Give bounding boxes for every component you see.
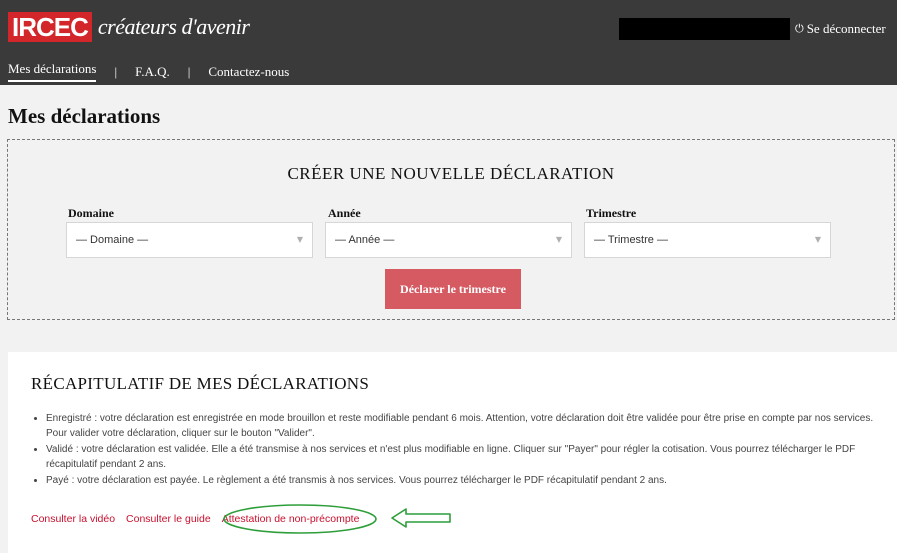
logout-link[interactable]: ⏻ Se déconnecter <box>795 21 886 37</box>
trimestre-select[interactable]: — Trimestre — ▼ <box>584 222 831 258</box>
top-header: IRCEC créateurs d'avenir ⏻ Se déconnecte… <box>0 0 897 85</box>
new-declaration-panel: CRÉER UNE NOUVELLE DÉCLARATION Domaine —… <box>7 139 895 320</box>
main-nav: Mes déclarations | F.A.Q. | Contactez-no… <box>8 61 289 82</box>
consulter-video-link[interactable]: Consulter la vidéo <box>31 513 115 525</box>
attestation-link[interactable]: Attestation de non-précompte <box>222 513 360 525</box>
trimestre-label: Trimestre <box>586 206 637 220</box>
recap-links: Consulter la vidéo Consulter le guide At… <box>31 513 359 525</box>
caret-down-icon: ▼ <box>555 235 562 244</box>
nav-item-faq[interactable]: F.A.Q. <box>135 64 170 80</box>
annee-select[interactable]: — Année — ▼ <box>325 222 572 258</box>
caret-down-icon: ▼ <box>814 235 821 244</box>
trimestre-select-value: — Trimestre — <box>594 234 668 246</box>
logo-mark: IRCEC <box>8 12 92 42</box>
nav-separator: | <box>187 63 191 79</box>
logout-label: Se déconnecter <box>806 21 886 36</box>
consulter-guide-link[interactable]: Consulter le guide <box>126 513 211 525</box>
list-item: Validé : votre déclaration est validée. … <box>46 443 886 472</box>
annee-select-value: — Année — <box>335 234 395 246</box>
nav-separator: | <box>114 63 118 79</box>
domaine-select-value: — Domaine — <box>76 234 149 246</box>
recap-title: RÉCAPITULATIF DE MES DÉCLARATIONS <box>31 374 370 393</box>
list-item: Payé : votre déclaration est payée. Le r… <box>46 474 886 489</box>
page-title: Mes déclarations <box>8 104 161 128</box>
status-legend-list: Enregistré : votre déclaration est enreg… <box>31 412 886 491</box>
nav-item-mes-declarations[interactable]: Mes déclarations <box>8 61 97 82</box>
list-item: Enregistré : votre déclaration est enreg… <box>46 412 886 441</box>
caret-down-icon: ▼ <box>296 235 303 244</box>
domaine-label: Domaine <box>68 206 114 220</box>
power-icon: ⏻ <box>795 22 804 35</box>
nav-item-contact[interactable]: Contactez-nous <box>208 64 289 80</box>
logo-tagline: créateurs d'avenir <box>97 14 250 39</box>
annee-label: Année <box>328 206 361 220</box>
recap-panel: RÉCAPITULATIF DE MES DÉCLARATIONS Enregi… <box>8 352 897 553</box>
new-declaration-title: CRÉER UNE NOUVELLE DÉCLARATION <box>287 164 615 183</box>
declarer-trimestre-button[interactable]: Déclarer le trimestre <box>385 269 521 309</box>
redacted-username <box>619 18 790 40</box>
ircec-logo[interactable]: IRCEC créateurs d'avenir <box>8 12 250 42</box>
domaine-select[interactable]: — Domaine — ▼ <box>66 222 313 258</box>
